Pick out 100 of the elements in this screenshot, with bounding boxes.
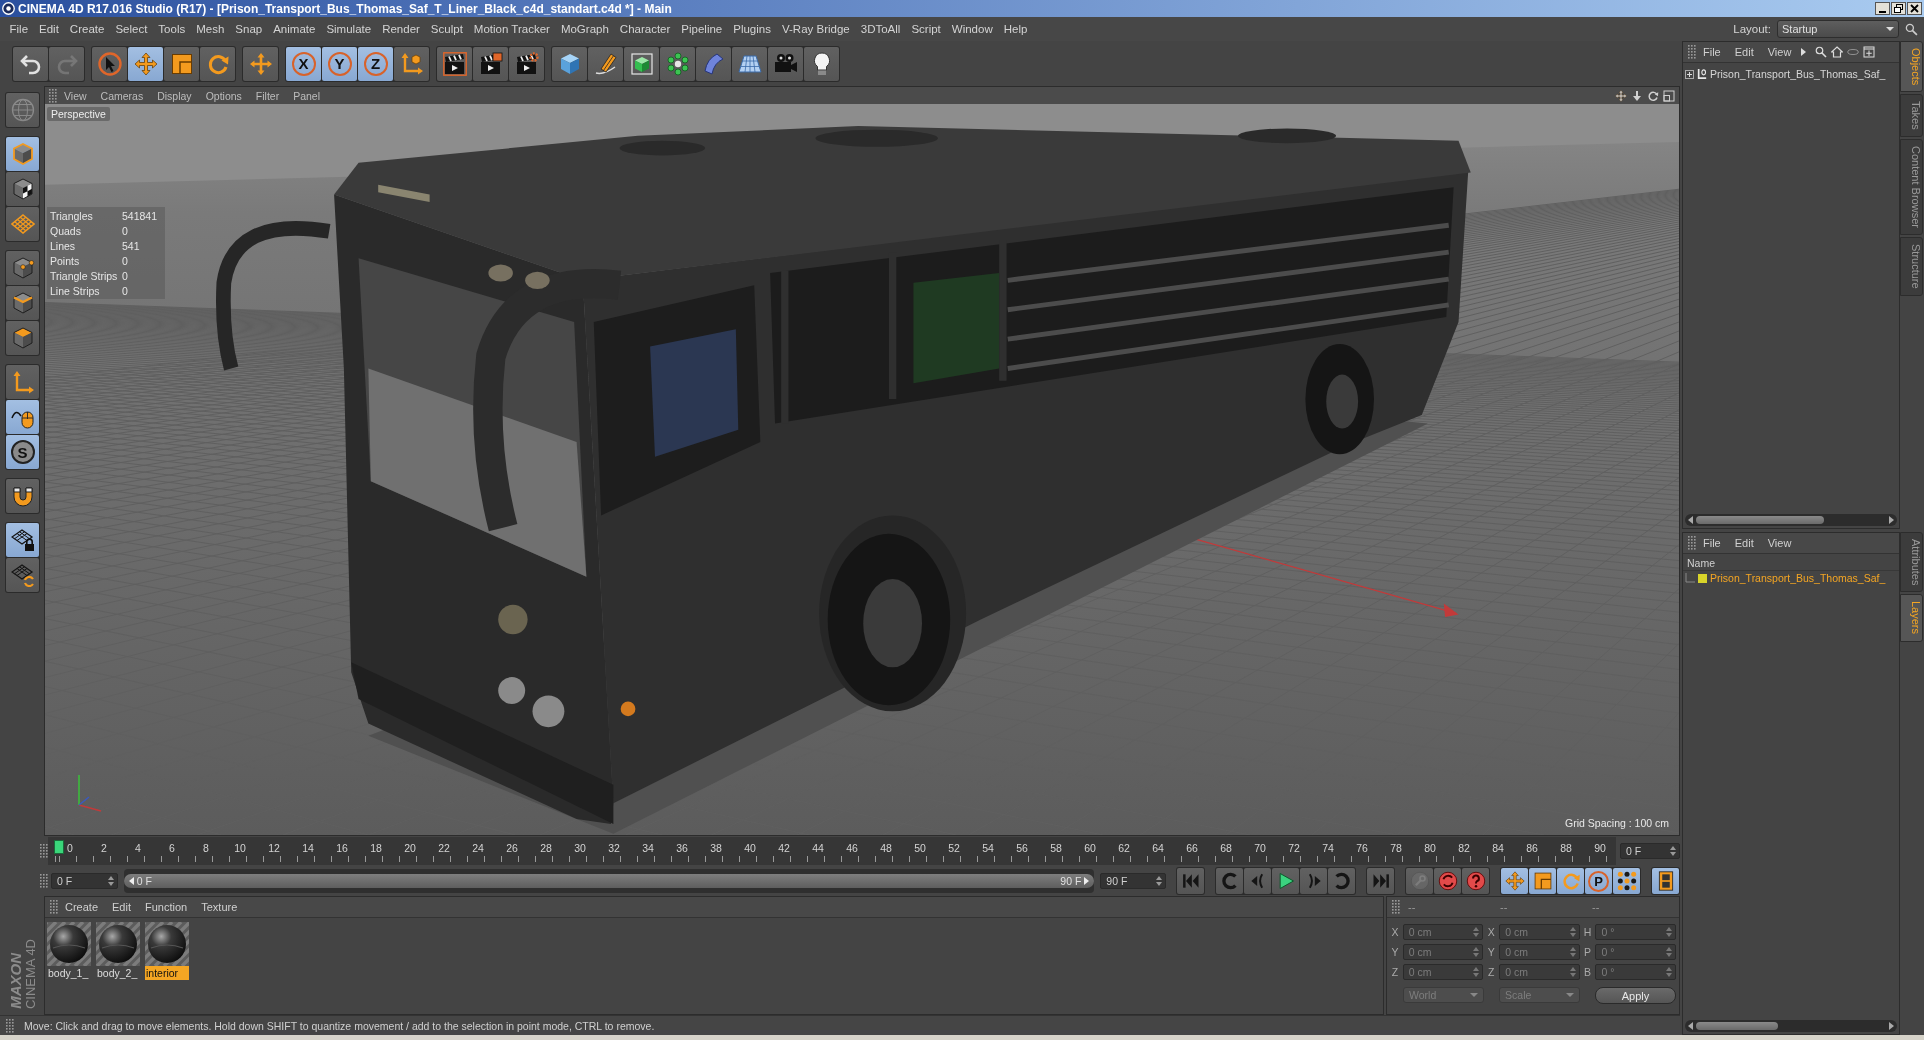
menu-item[interactable]: Options — [198, 89, 249, 102]
layer-name[interactable]: Prison_Transport_Bus_Thomas_Saf_ — [1710, 572, 1886, 584]
house-icon[interactable] — [1831, 46, 1844, 58]
spinner-arrows-icon[interactable] — [1569, 927, 1576, 937]
menu-item[interactable]: View — [1760, 46, 1799, 58]
axis-lock-button[interactable]: Z — [358, 46, 393, 81]
menu-item[interactable]: Display — [150, 89, 199, 102]
frame-field[interactable]: 0 F — [1620, 843, 1680, 859]
camera-label[interactable]: Perspective — [47, 107, 110, 121]
timeline-button[interactable] — [1652, 868, 1679, 894]
menu-item[interactable]: Filter — [248, 89, 287, 102]
menu-item[interactable]: Snap — [229, 23, 268, 35]
layout-dropdown[interactable]: Startup — [1777, 20, 1899, 38]
menu-item[interactable]: Script — [905, 23, 947, 35]
scrollbar-thumb[interactable] — [1696, 516, 1824, 524]
previous-frame-button[interactable] — [1244, 868, 1271, 894]
triangle-right-icon[interactable] — [1889, 1022, 1894, 1030]
menu-item[interactable]: 3DToAll — [855, 23, 906, 35]
expand-toggle-icon[interactable] — [1685, 69, 1694, 79]
spinner-arrows-icon[interactable] — [1156, 876, 1162, 886]
polygons-mode-button[interactable] — [6, 321, 39, 355]
previous-key-button[interactable] — [1216, 868, 1243, 894]
menu-item[interactable]: Character — [614, 23, 676, 35]
rotate-tool-button[interactable] — [200, 46, 235, 81]
menu-item[interactable]: Texture — [194, 901, 245, 913]
spinner-arrows-icon[interactable] — [1666, 947, 1672, 957]
axis-lock-button[interactable]: X — [286, 46, 321, 81]
preview-range-track[interactable]: 0 F 90 F — [123, 869, 1095, 893]
transform-tool-button[interactable] — [243, 46, 278, 81]
scrollbar-track[interactable] — [1685, 514, 1897, 526]
material-item[interactable]: body_2_ — [96, 922, 140, 980]
axis-mode-button[interactable] — [6, 365, 39, 399]
menu-item[interactable]: Window — [946, 23, 999, 35]
grip-handle-icon[interactable] — [1392, 900, 1400, 914]
menu-item[interactable]: Plugins — [727, 23, 777, 35]
cloner-button[interactable] — [660, 46, 695, 81]
close-button[interactable] — [1907, 2, 1922, 15]
triangle-right-icon[interactable] — [1801, 48, 1807, 56]
menu-item[interactable]: Pipeline — [675, 23, 728, 35]
live-selection-button[interactable] — [92, 46, 127, 81]
render-picture-button[interactable] — [473, 46, 508, 81]
spinner-arrows-icon[interactable] — [1473, 927, 1480, 937]
lock-workplane-button[interactable] — [6, 523, 39, 557]
apply-button[interactable]: Apply — [1595, 987, 1676, 1004]
autokey-button[interactable] — [1434, 868, 1461, 894]
new-window-icon[interactable] — [1863, 46, 1876, 58]
down-arrow-icon[interactable] — [1631, 89, 1643, 102]
oval-icon[interactable] — [1847, 46, 1860, 58]
menu-item[interactable]: Create — [58, 901, 106, 913]
point-level-key-button[interactable] — [1613, 868, 1640, 894]
points-mode-button[interactable] — [6, 251, 39, 285]
menu-item[interactable]: File — [1696, 537, 1728, 549]
coordinate-system-button[interactable] — [394, 46, 429, 81]
menu-item[interactable]: Edit — [1727, 46, 1761, 58]
triangle-left-icon[interactable] — [128, 877, 134, 885]
rotate-arrow-icon[interactable] — [1647, 89, 1659, 102]
material-item[interactable]: body_1_ — [47, 922, 91, 980]
floor-object-button[interactable] — [732, 46, 767, 81]
menu-item[interactable]: Select — [109, 23, 153, 35]
spinner-arrows-icon[interactable] — [1569, 947, 1576, 957]
next-key-button[interactable] — [1328, 868, 1355, 894]
menu-item[interactable]: V-Ray Bridge — [776, 23, 856, 35]
playhead-marker[interactable] — [54, 840, 64, 854]
light-object-button[interactable] — [804, 46, 839, 81]
timeline-ruler[interactable]: 0 2 4 6 8 10 12 14 16 18 20 22 24 26 28 30 32 34 36 38 40 42 44 46 48 50 52 54 56 58 60 62 64 66 68 70 72 74 76 78 80 82 84 86 88 90 — [48, 837, 1616, 865]
side-tab[interactable]: Objects — [1900, 41, 1923, 93]
grip-handle-icon[interactable] — [40, 844, 48, 858]
spinner-arrows-icon[interactable] — [1666, 967, 1672, 977]
play-button[interactable] — [1272, 868, 1299, 894]
spinner-arrows-icon[interactable] — [1670, 846, 1676, 856]
go-to-end-button[interactable] — [1367, 868, 1394, 894]
side-tab[interactable]: Structure — [1900, 237, 1923, 296]
spinner-arrows-icon[interactable] — [1569, 967, 1576, 977]
go-to-start-button[interactable] — [1177, 868, 1204, 894]
subdivision-button[interactable] — [624, 46, 659, 81]
spinner-arrows-icon[interactable] — [107, 876, 114, 886]
render-settings-button[interactable] — [509, 46, 544, 81]
menu-item[interactable]: Edit — [105, 901, 138, 913]
grip-handle-icon[interactable] — [40, 874, 48, 888]
menu-item[interactable]: Mesh — [190, 23, 230, 35]
menu-item[interactable]: Motion Tracker — [468, 23, 556, 35]
search-icon[interactable] — [1905, 22, 1918, 36]
menu-item[interactable]: MoGraph — [555, 23, 615, 35]
minimize-button[interactable] — [1875, 2, 1890, 15]
grip-handle-icon[interactable] — [6, 1018, 14, 1033]
tweak-mode-button[interactable] — [6, 400, 39, 434]
menu-item[interactable]: Panel — [286, 89, 327, 102]
frame-field[interactable]: 90 F — [1100, 873, 1166, 889]
key-selection-button[interactable] — [1462, 868, 1489, 894]
preview-range-bar[interactable]: 0 F 90 F — [123, 874, 1095, 888]
menu-item[interactable]: Render — [376, 23, 426, 35]
parameter-key-button[interactable]: P — [1585, 868, 1612, 894]
four-way-arrow-icon[interactable] — [1615, 89, 1627, 102]
maximize-icon[interactable] — [1663, 89, 1675, 102]
menu-item[interactable]: Edit — [1727, 537, 1761, 549]
menu-item[interactable]: View — [1760, 537, 1799, 549]
search-icon[interactable] — [1815, 46, 1828, 58]
menu-item[interactable]: Simulate — [320, 23, 377, 35]
restore-button[interactable] — [1891, 2, 1906, 15]
scrollbar-track[interactable] — [1685, 1020, 1897, 1032]
